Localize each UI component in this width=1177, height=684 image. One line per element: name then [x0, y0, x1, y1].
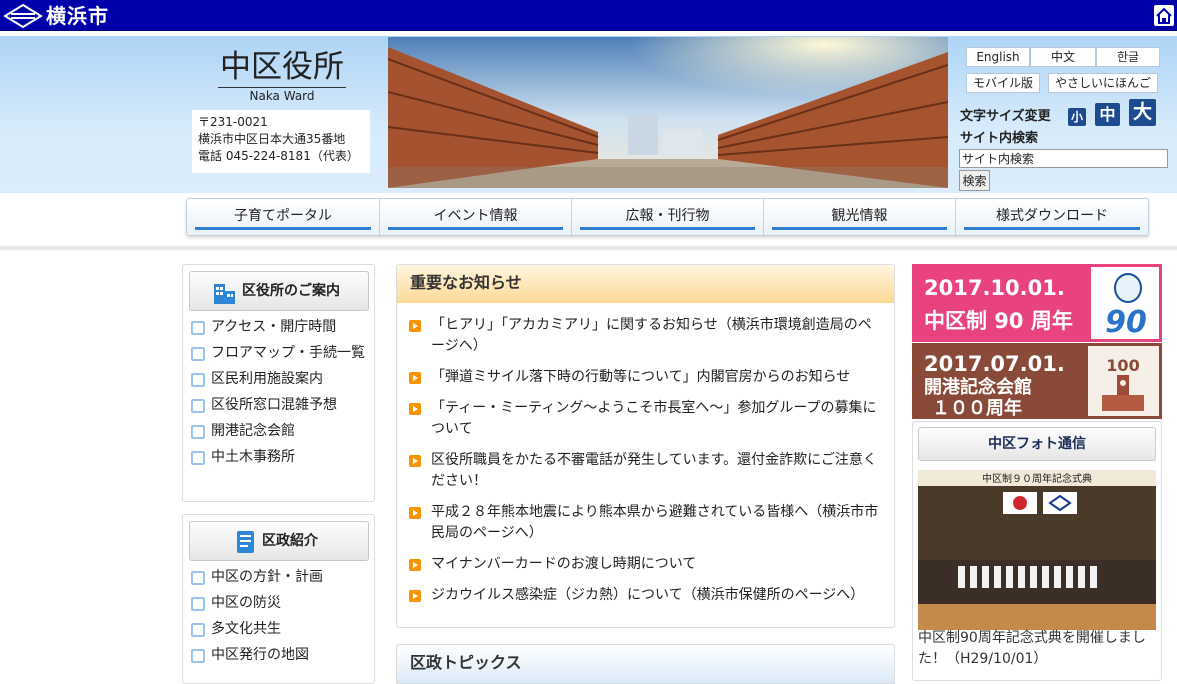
red-brick-warehouse-photo: [388, 37, 948, 188]
nav-item-events[interactable]: イベント情報: [380, 199, 572, 235]
sidebar-item-access[interactable]: アクセス・開庁時間: [189, 317, 369, 338]
sidebar-policy-box: 区政紹介 中区の方針・計画 中区の防災 多文化共生 中区発行の地図: [182, 514, 375, 684]
ward-address: 〒231-0021 横浜市中区日本大通35番地 電話 045-224-8181（…: [192, 110, 370, 173]
hall100-text-line2: １００周年: [932, 397, 1022, 419]
anniv90-text: 中区制 90 周年: [924, 309, 1073, 333]
postal-code: 〒231-0021: [198, 115, 268, 129]
sidebar-item-floor-map[interactable]: フロアマップ・手続一覧: [189, 343, 369, 364]
ceremony-photo[interactable]: 中区制９０周年記念式典: [918, 470, 1156, 630]
anniversary-90-banner[interactable]: 2017.10.01. 中区制 90 周年 90: [912, 264, 1162, 342]
site-search-button[interactable]: 検索: [959, 170, 990, 191]
notice-list: 「ヒアリ」「アカカミアリ」に関するお知らせ（横浜市環境創造局のページへ） 「弾道…: [409, 315, 881, 616]
building-icon: [214, 284, 235, 304]
site-search-label: サイト内検索: [960, 131, 1039, 146]
sidebar-item-disaster-prevention[interactable]: 中区の防災: [189, 593, 369, 614]
home-icon[interactable]: [1154, 5, 1174, 26]
sidebar-item-maps[interactable]: 中区発行の地図: [189, 645, 369, 666]
nav-item-form-download[interactable]: 様式ダウンロード: [956, 199, 1148, 235]
mobile-version-link[interactable]: モバイル版: [966, 73, 1040, 93]
hall100-date: 2017.07.01.: [924, 352, 1065, 376]
sidebar-item-facilities[interactable]: 区民利用施設案内: [189, 369, 369, 390]
font-size-large-button[interactable]: 大: [1129, 99, 1156, 126]
notice-item[interactable]: 「ヒアリ」「アカカミアリ」に関するお知らせ（横浜市環境創造局のページへ）: [409, 315, 881, 357]
sidebar-item-multicultural[interactable]: 多文化共生: [189, 619, 369, 640]
city-topbar: 横浜市: [0, 0, 1177, 31]
notice-item[interactable]: 「弾道ミサイル落下時の行動等について」内閣官房からのお知らせ: [409, 367, 881, 388]
sidebar-policy-list: 中区の方針・計画 中区の防災 多文化共生 中区発行の地図: [189, 567, 369, 671]
important-notices-panel: 重要なお知らせ 「ヒアリ」「アカカミアリ」に関するお知らせ（横浜市環境創造局のペ…: [396, 264, 895, 628]
notice-item[interactable]: マイナンバーカードのお渡し時期について: [409, 554, 881, 575]
hall100-badge: 100: [1106, 356, 1139, 375]
nav-item-childcare[interactable]: 子育てポータル: [187, 199, 380, 235]
easy-japanese-link[interactable]: やさしいにほんご: [1048, 73, 1158, 93]
sidebar-guide-heading: 区役所のご案内: [189, 271, 369, 311]
phone-number: 電話 045-224-8181（代表）: [198, 149, 359, 163]
sidebar-policy-heading: 区政紹介: [189, 521, 369, 561]
sidebar-guide-list: アクセス・開庁時間 フロアマップ・手続一覧 区民利用施設案内 区役所窓口混雑予想…: [189, 317, 369, 473]
photo-news-caption[interactable]: 中区制90周年記念式典を開催しました！（H29/10/01）: [918, 628, 1160, 670]
notice-item[interactable]: ジカウイルス感染症（ジカ熱）について（横浜市保健所のページへ）: [409, 585, 881, 606]
font-size-label: 文字サイズ変更: [960, 109, 1051, 124]
notice-item[interactable]: 区役所職員をかたる不審電話が発生しています。還付金詐欺にご注意ください！: [409, 450, 881, 492]
lang-english-link[interactable]: English: [966, 47, 1030, 67]
sidebar-item-civil-engineering[interactable]: 中土木事務所: [189, 447, 369, 468]
photo-news-box: 中区フォト通信 中区制９０周年記念式典 中区制90周年記念式典を開催しました！（…: [912, 421, 1162, 681]
ceremony-stage-sign: 中区制９０周年記念式典: [982, 472, 1092, 485]
street-address: 横浜市中区日本大通35番地: [198, 132, 346, 146]
topics-heading: 区政トピックス: [396, 644, 895, 684]
yokohama-logo-icon[interactable]: [3, 3, 43, 29]
sidebar-guide-title: 区役所のご案内: [242, 283, 340, 299]
anniv90-badge: 90: [1105, 305, 1147, 340]
site-search-input[interactable]: [959, 149, 1168, 168]
memorial-hall-100-banner[interactable]: 2017.07.01. 開港記念会館 １００周年 100: [912, 343, 1162, 419]
ward-title-roman: Naka Ward: [249, 89, 315, 103]
document-icon: [237, 531, 254, 553]
sidebar-item-memorial-hall[interactable]: 開港記念会館: [189, 421, 369, 442]
sidebar-item-congestion[interactable]: 区役所窓口混雑予想: [189, 395, 369, 416]
font-size-medium-button[interactable]: 中: [1095, 103, 1120, 126]
font-size-small-button[interactable]: 小: [1068, 108, 1086, 126]
nav-item-tourism[interactable]: 観光情報: [764, 199, 956, 235]
notice-item[interactable]: 平成２８年熊本地震により熊本県から避難されている皆様へ（横浜市市民局のページへ）: [409, 502, 881, 544]
header-divider: [0, 246, 1177, 250]
important-notices-heading: 重要なお知らせ: [397, 265, 894, 303]
lang-chinese-link[interactable]: 中文: [1030, 47, 1096, 67]
nav-item-publications[interactable]: 広報・刊行物: [572, 199, 764, 235]
anniv90-date: 2017.10.01.: [924, 276, 1065, 300]
photo-news-heading: 中区フォト通信: [918, 427, 1156, 461]
sidebar-guide-box: 区役所のご案内 アクセス・開庁時間 フロアマップ・手続一覧 区民利用施設案内 区…: [182, 264, 375, 502]
mascot-icon: [1114, 273, 1142, 303]
sidebar-item-plans[interactable]: 中区の方針・計画: [189, 567, 369, 588]
ward-title[interactable]: 中区役所: [218, 48, 346, 88]
global-nav: 子育てポータル イベント情報 広報・刊行物 観光情報 様式ダウンロード: [186, 198, 1149, 236]
sidebar-policy-title: 区政紹介: [262, 533, 318, 549]
lang-korean-link[interactable]: 한글: [1096, 47, 1160, 67]
hall100-text-line1: 開港記念会館: [924, 376, 1032, 398]
notice-item[interactable]: 「ティー・ミーティング～ようこそ市長室へ～」参加グループの募集について: [409, 398, 881, 440]
city-name[interactable]: 横浜市: [46, 2, 109, 30]
